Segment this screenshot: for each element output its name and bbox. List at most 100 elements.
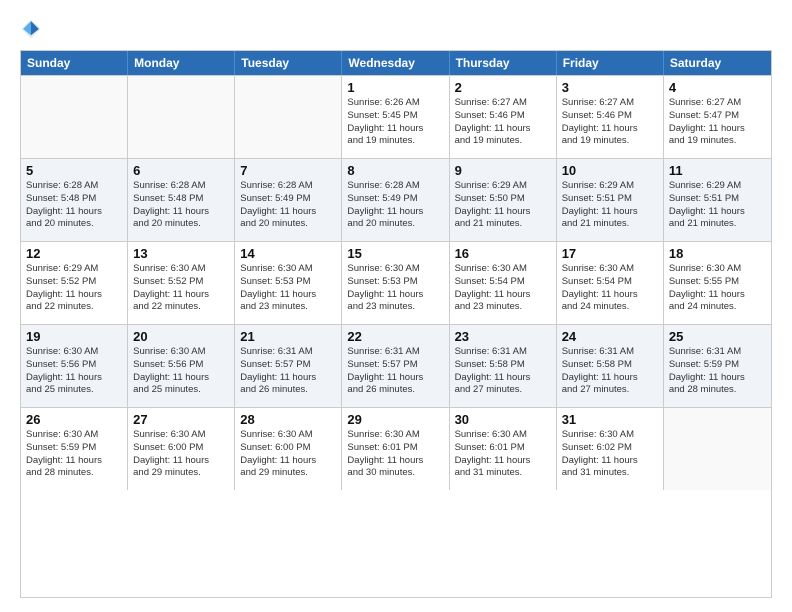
day-number: 26 xyxy=(26,412,122,427)
day-info: Sunrise: 6:29 AM Sunset: 5:52 PM Dayligh… xyxy=(26,263,122,314)
day-info: Sunrise: 6:30 AM Sunset: 5:56 PM Dayligh… xyxy=(26,346,122,397)
day-info: Sunrise: 6:30 AM Sunset: 6:01 PM Dayligh… xyxy=(455,429,551,480)
header-day-thursday: Thursday xyxy=(450,51,557,75)
week-row-4: 26 Sunrise: 6:30 AM Sunset: 5:59 PM Dayli… xyxy=(21,407,771,490)
day-number: 13 xyxy=(133,246,229,261)
header xyxy=(20,18,772,40)
day-number: 29 xyxy=(347,412,443,427)
day-info: Sunrise: 6:29 AM Sunset: 5:50 PM Dayligh… xyxy=(455,180,551,231)
day-info: Sunrise: 6:30 AM Sunset: 5:55 PM Dayligh… xyxy=(669,263,766,314)
week-row-1: 5 Sunrise: 6:28 AM Sunset: 5:48 PM Daylig… xyxy=(21,158,771,241)
day-cell-7: 7Sunrise: 6:28 AM Sunset: 5:49 PM Daylig… xyxy=(235,159,342,241)
day-info: Sunrise: 6:30 AM Sunset: 6:02 PM Dayligh… xyxy=(562,429,658,480)
day-info: Sunrise: 6:30 AM Sunset: 5:54 PM Dayligh… xyxy=(562,263,658,314)
day-info: Sunrise: 6:31 AM Sunset: 5:58 PM Dayligh… xyxy=(562,346,658,397)
day-number: 18 xyxy=(669,246,766,261)
day-info: Sunrise: 6:30 AM Sunset: 5:56 PM Dayligh… xyxy=(133,346,229,397)
day-number: 7 xyxy=(240,163,336,178)
day-info: Sunrise: 6:29 AM Sunset: 5:51 PM Dayligh… xyxy=(669,180,766,231)
day-info: Sunrise: 6:30 AM Sunset: 6:01 PM Dayligh… xyxy=(347,429,443,480)
day-info: Sunrise: 6:28 AM Sunset: 5:48 PM Dayligh… xyxy=(26,180,122,231)
day-number: 2 xyxy=(455,80,551,95)
header-day-saturday: Saturday xyxy=(664,51,771,75)
day-number: 16 xyxy=(455,246,551,261)
header-day-monday: Monday xyxy=(128,51,235,75)
day-cell-6: 6 Sunrise: 6:28 AM Sunset: 5:48 PM Daylig… xyxy=(128,159,235,241)
day-cell-empty xyxy=(235,76,342,158)
day-info: Sunrise: 6:30 AM Sunset: 6:00 PM Dayligh… xyxy=(240,429,336,480)
day-info: Sunrise: 6:30 AM Sunset: 6:00 PM Dayligh… xyxy=(133,429,229,480)
day-number: 5 xyxy=(26,163,122,178)
day-number: 9 xyxy=(455,163,551,178)
day-number: 19 xyxy=(26,329,122,344)
day-cell-empty xyxy=(128,76,235,158)
header-day-wednesday: Wednesday xyxy=(342,51,449,75)
day-cell-23: 23 Sunrise: 6:31 AM Sunset: 5:58 PM Dayli… xyxy=(450,325,557,407)
day-info: Sunrise: 6:27 AM Sunset: 5:47 PM Dayligh… xyxy=(669,97,766,148)
day-cell-empty xyxy=(664,408,771,490)
day-info: Sunrise: 6:27 AM Sunset: 5:46 PM Dayligh… xyxy=(455,97,551,148)
day-number: 6 xyxy=(133,163,229,178)
day-cell-9: 9 Sunrise: 6:29 AM Sunset: 5:50 PM Daylig… xyxy=(450,159,557,241)
day-number: 10 xyxy=(562,163,658,178)
day-number: 28 xyxy=(240,412,336,427)
day-cell-12: 12 Sunrise: 6:29 AM Sunset: 5:52 PM Dayli… xyxy=(21,242,128,324)
day-number: 15 xyxy=(347,246,443,261)
day-number: 25 xyxy=(669,329,766,344)
day-number: 11 xyxy=(669,163,766,178)
day-number: 1 xyxy=(347,80,443,95)
day-number: 14 xyxy=(240,246,336,261)
day-info: Sunrise: 6:31 AM Sunset: 5:59 PM Dayligh… xyxy=(669,346,766,397)
day-number: 4 xyxy=(669,80,766,95)
day-cell-21: 21Sunrise: 6:31 AM Sunset: 5:57 PM Dayli… xyxy=(235,325,342,407)
day-cell-3: 3Sunrise: 6:27 AM Sunset: 5:46 PM Daylig… xyxy=(557,76,664,158)
day-number: 31 xyxy=(562,412,658,427)
day-info: Sunrise: 6:30 AM Sunset: 5:53 PM Dayligh… xyxy=(240,263,336,314)
calendar-header: SundayMondayTuesdayWednesdayThursdayFrid… xyxy=(21,51,771,75)
day-cell-20: 20 Sunrise: 6:30 AM Sunset: 5:56 PM Dayli… xyxy=(128,325,235,407)
header-day-tuesday: Tuesday xyxy=(235,51,342,75)
page: SundayMondayTuesdayWednesdayThursdayFrid… xyxy=(0,0,792,612)
day-cell-19: 19 Sunrise: 6:30 AM Sunset: 5:56 PM Dayli… xyxy=(21,325,128,407)
calendar: SundayMondayTuesdayWednesdayThursdayFrid… xyxy=(20,50,772,598)
day-cell-30: 30 Sunrise: 6:30 AM Sunset: 6:01 PM Dayli… xyxy=(450,408,557,490)
day-info: Sunrise: 6:31 AM Sunset: 5:57 PM Dayligh… xyxy=(240,346,336,397)
day-cell-4: 4 Sunrise: 6:27 AM Sunset: 5:47 PM Daylig… xyxy=(664,76,771,158)
day-info: Sunrise: 6:30 AM Sunset: 5:59 PM Dayligh… xyxy=(26,429,122,480)
day-info: Sunrise: 6:30 AM Sunset: 5:54 PM Dayligh… xyxy=(455,263,551,314)
day-info: Sunrise: 6:28 AM Sunset: 5:49 PM Dayligh… xyxy=(347,180,443,231)
day-number: 24 xyxy=(562,329,658,344)
day-info: Sunrise: 6:30 AM Sunset: 5:52 PM Dayligh… xyxy=(133,263,229,314)
day-cell-8: 8 Sunrise: 6:28 AM Sunset: 5:49 PM Daylig… xyxy=(342,159,449,241)
day-number: 30 xyxy=(455,412,551,427)
day-info: Sunrise: 6:29 AM Sunset: 5:51 PM Dayligh… xyxy=(562,180,658,231)
day-cell-27: 27 Sunrise: 6:30 AM Sunset: 6:00 PM Dayli… xyxy=(128,408,235,490)
day-cell-10: 10 Sunrise: 6:29 AM Sunset: 5:51 PM Dayli… xyxy=(557,159,664,241)
day-cell-14: 14 Sunrise: 6:30 AM Sunset: 5:53 PM Dayli… xyxy=(235,242,342,324)
day-number: 23 xyxy=(455,329,551,344)
header-day-friday: Friday xyxy=(557,51,664,75)
day-cell-13: 13 Sunrise: 6:30 AM Sunset: 5:52 PM Dayli… xyxy=(128,242,235,324)
day-info: Sunrise: 6:26 AM Sunset: 5:45 PM Dayligh… xyxy=(347,97,443,148)
week-row-2: 12 Sunrise: 6:29 AM Sunset: 5:52 PM Dayli… xyxy=(21,241,771,324)
day-info: Sunrise: 6:31 AM Sunset: 5:58 PM Dayligh… xyxy=(455,346,551,397)
day-cell-empty xyxy=(21,76,128,158)
calendar-body: 1 Sunrise: 6:26 AM Sunset: 5:45 PM Daylig… xyxy=(21,75,771,490)
day-number: 27 xyxy=(133,412,229,427)
logo xyxy=(20,18,46,40)
day-info: Sunrise: 6:31 AM Sunset: 5:57 PM Dayligh… xyxy=(347,346,443,397)
day-number: 17 xyxy=(562,246,658,261)
day-number: 12 xyxy=(26,246,122,261)
day-cell-31: 31 Sunrise: 6:30 AM Sunset: 6:02 PM Dayli… xyxy=(557,408,664,490)
day-cell-15: 15Sunrise: 6:30 AM Sunset: 5:53 PM Dayli… xyxy=(342,242,449,324)
day-cell-18: 18 Sunrise: 6:30 AM Sunset: 5:55 PM Dayli… xyxy=(664,242,771,324)
day-cell-11: 11 Sunrise: 6:29 AM Sunset: 5:51 PM Dayli… xyxy=(664,159,771,241)
day-number: 8 xyxy=(347,163,443,178)
day-cell-2: 2 Sunrise: 6:27 AM Sunset: 5:46 PM Daylig… xyxy=(450,76,557,158)
day-number: 20 xyxy=(133,329,229,344)
header-day-sunday: Sunday xyxy=(21,51,128,75)
day-info: Sunrise: 6:28 AM Sunset: 5:48 PM Dayligh… xyxy=(133,180,229,231)
day-cell-22: 22Sunrise: 6:31 AM Sunset: 5:57 PM Dayli… xyxy=(342,325,449,407)
week-row-3: 19 Sunrise: 6:30 AM Sunset: 5:56 PM Dayli… xyxy=(21,324,771,407)
day-cell-5: 5 Sunrise: 6:28 AM Sunset: 5:48 PM Daylig… xyxy=(21,159,128,241)
